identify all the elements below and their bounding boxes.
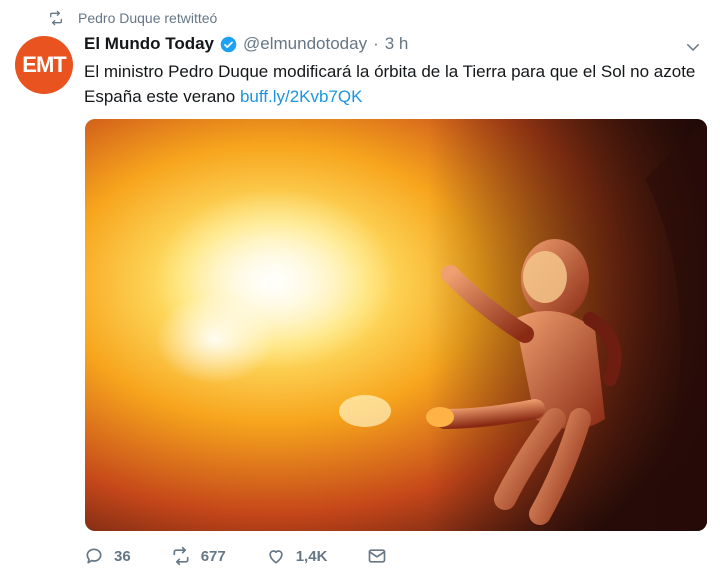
tweet-actions: 36 677 1,4K [84, 546, 427, 566]
retweet-icon [50, 10, 62, 26]
author-name[interactable]: El Mundo Today [84, 34, 214, 54]
author-handle[interactable]: @elmundotoday [243, 34, 367, 54]
separator-dot: · [373, 34, 379, 53]
reply-count: 36 [114, 547, 131, 565]
tweet-body: El ministro Pedro Duque modificará la ór… [84, 62, 696, 106]
tweet-media-image[interactable] [85, 119, 707, 531]
astronaut-near-sun-image [85, 119, 707, 531]
heart-icon [269, 550, 283, 564]
reply-icon [86, 548, 102, 564]
retweet-context: Pedro Duque retwitteó [48, 8, 217, 28]
like-button[interactable]: 1,4K [266, 546, 328, 566]
reply-button[interactable]: 36 [84, 546, 131, 566]
envelope-icon [369, 549, 386, 563]
direct-message-button[interactable] [367, 546, 387, 566]
retweet-icon [173, 546, 189, 566]
tweet-text: El ministro Pedro Duque modificará la ór… [84, 59, 714, 109]
retweet-label[interactable]: Pedro Duque retwitteó [78, 10, 217, 26]
retweet-count: 677 [200, 547, 226, 565]
tweet-link[interactable]: buff.ly/2Kvb7QK [240, 87, 363, 106]
tweet-timestamp[interactable]: 3 h [385, 34, 409, 54]
avatar-logo: EMT [22, 52, 66, 77]
retweet-button[interactable]: 677 [171, 546, 226, 566]
chevron-down-icon[interactable] [684, 38, 702, 56]
verified-badge-icon [220, 36, 237, 52]
tweet-header: El Mundo Today @elmundotoday · 3 h [84, 34, 408, 54]
like-count: 1,4K [295, 547, 328, 565]
avatar[interactable]: EMT [15, 36, 73, 94]
